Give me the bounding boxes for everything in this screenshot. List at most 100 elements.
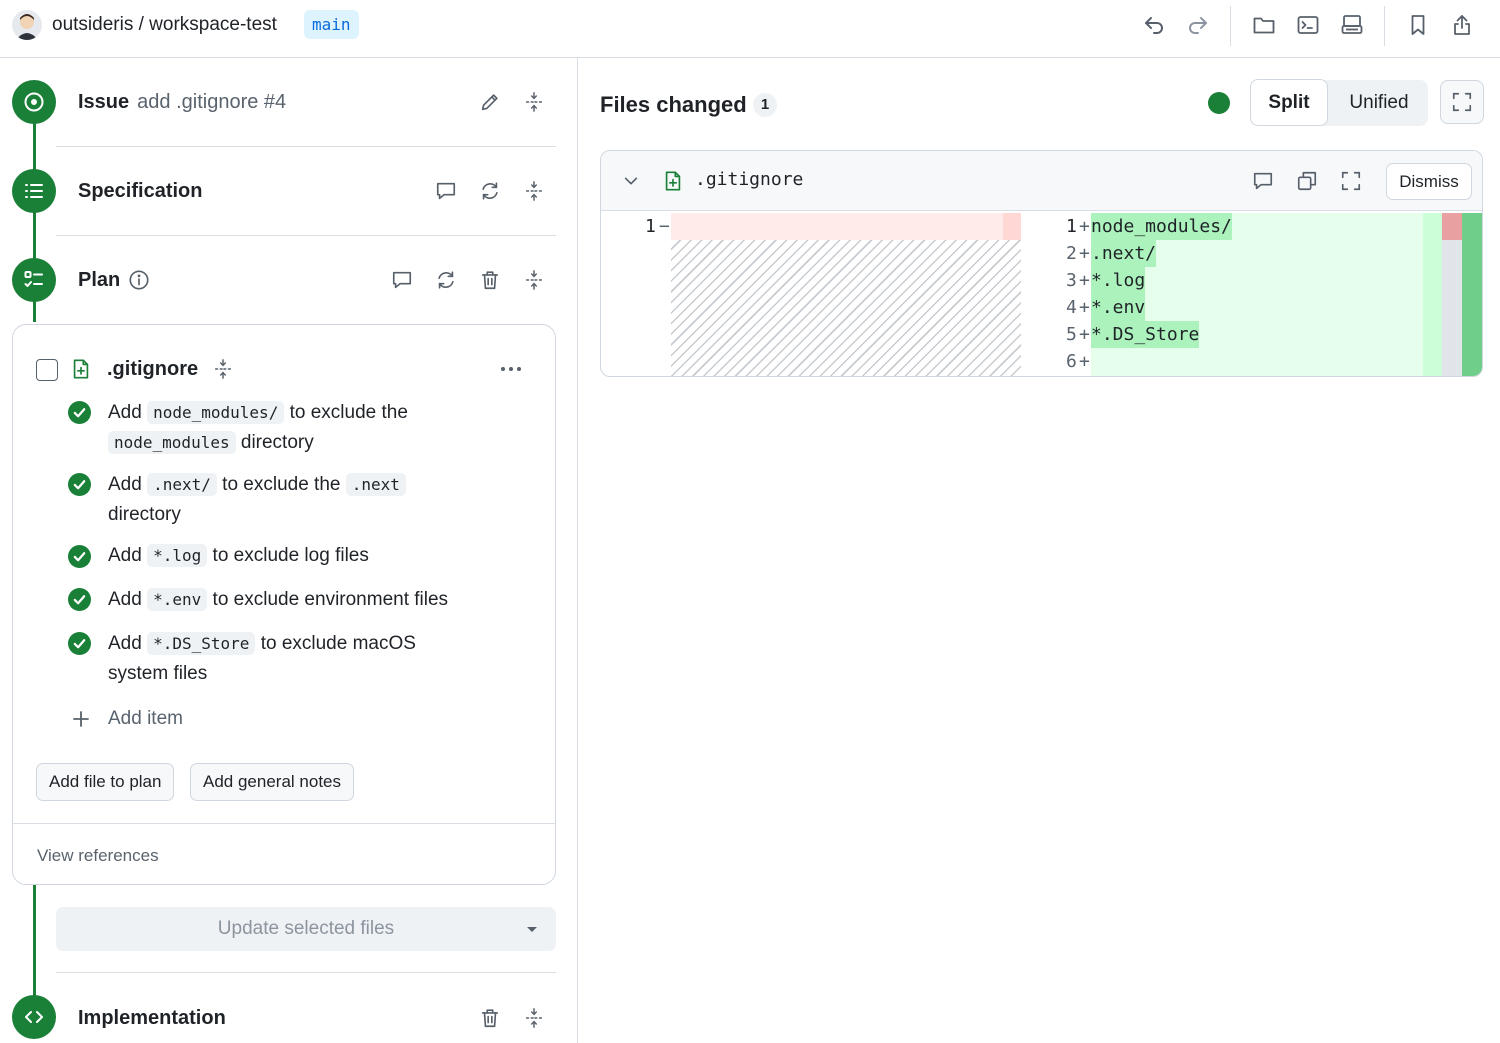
plan-item[interactable]: Add *.env to exclude environment files [108,585,508,615]
plan-item[interactable]: Add *.log to exclude log files [108,541,508,571]
plan-item[interactable]: Add .next/ to exclude the .next director… [108,470,508,530]
view-references-link[interactable]: View references [37,844,159,868]
card-divider [13,823,555,824]
comment-icon[interactable] [1249,167,1277,195]
add-file-to-plan-button[interactable]: Add file to plan [36,763,175,801]
item-code: *.log [147,544,208,567]
drag-handle-icon[interactable] [520,266,548,294]
scrollbar-removed-marker [1442,213,1462,240]
fullscreen-button[interactable] [1440,80,1484,124]
file-select-checkbox[interactable] [36,359,58,381]
drag-handle-icon[interactable] [520,88,548,116]
trash-icon[interactable] [476,266,504,294]
item-text: directory [235,432,314,453]
removed-line-marker [1003,213,1021,240]
chevron-down-icon[interactable] [617,167,645,195]
check-icon[interactable] [68,588,91,611]
implementation-step-icon [12,995,56,1039]
specification-step-title[interactable]: Specification [78,177,202,205]
plus-icon[interactable] [67,705,95,733]
avatar[interactable] [12,10,42,40]
item-code: node_modules [108,431,236,454]
trash-icon[interactable] [476,1004,504,1032]
toolbar-divider [1384,6,1385,46]
bookmark-icon[interactable] [1404,11,1432,39]
plan-file-name[interactable]: .gitignore [107,355,198,383]
drag-handle-icon[interactable] [520,1004,548,1032]
step-divider [56,235,556,236]
old-line-number: 1 [645,216,656,237]
refresh-icon[interactable] [432,266,460,294]
comment-icon[interactable] [432,177,460,205]
branch-badge[interactable]: main [304,10,359,39]
folder-icon[interactable] [1250,11,1278,39]
more-icon[interactable] [497,355,525,383]
undo-icon[interactable] [1140,11,1168,39]
issue-step-title[interactable]: Issue add .gitignore #4 [78,88,286,116]
old-line-sign: − [659,216,670,237]
split-view-button[interactable]: Split [1250,79,1328,126]
new-line-code: *.DS_Store [1091,321,1200,348]
redo-icon[interactable] [1184,11,1212,39]
item-text: Add [108,589,148,610]
item-code: *.env [147,588,208,611]
issue-label: Issue [78,91,130,113]
added-lines-gutter [1423,213,1442,376]
check-icon[interactable] [68,545,91,568]
fullscreen-icon[interactable] [1337,167,1365,195]
specification-step-icon [12,169,56,213]
item-text: to exclude the [284,402,408,423]
files-changed-count: 1 [753,93,777,117]
new-line-code: *.env [1091,294,1146,321]
issue-subtitle[interactable]: add .gitignore #4 [137,91,286,113]
update-button-label: Update selected files [217,918,395,939]
timeline-line [33,884,36,999]
new-line-sign: + [1079,216,1090,237]
check-icon[interactable] [68,473,91,496]
copy-icon[interactable] [1293,167,1321,195]
pencil-icon[interactable] [476,88,504,116]
terminal-icon[interactable] [1294,11,1322,39]
item-code: .next/ [147,473,217,496]
item-code: *.DS_Store [147,632,256,655]
update-selected-files-button[interactable]: Update selected files [56,907,556,951]
add-general-notes-button[interactable]: Add general notes [190,763,354,801]
new-line-sign: + [1079,351,1090,372]
toolbar-divider [1230,6,1231,46]
comment-icon[interactable] [388,266,416,294]
refresh-icon[interactable] [476,177,504,205]
item-code: node_modules/ [147,401,285,424]
info-icon[interactable] [125,266,153,294]
server-icon[interactable] [1338,11,1366,39]
new-line-sign: + [1079,324,1090,345]
check-icon[interactable] [68,632,91,655]
new-line-number: 6 [1066,351,1077,372]
chevron-down-icon [527,927,537,932]
item-text: to exclude log files [207,545,369,566]
plan-step-title[interactable]: Plan [78,266,120,294]
removed-line-bg [671,213,1021,240]
dismiss-button[interactable]: Dismiss [1386,163,1472,200]
plan-item[interactable]: Add *.DS_Store to exclude macOS system f… [108,629,438,689]
diff-file-name[interactable]: .gitignore [695,167,803,193]
item-text: Add [108,633,148,654]
diff-file-header: .gitignore Dismiss [601,151,1482,211]
repo-name[interactable]: outsideris / workspace-test [52,12,277,38]
add-item-button[interactable]: Add item [108,705,183,733]
empty-diff-area [671,240,1021,376]
plan-item[interactable]: Add node_modules/ to exclude the node_mo… [108,398,508,458]
workflow-panel: Issue add .gitignore #4 Specification Pla… [0,58,578,1043]
share-icon[interactable] [1448,11,1476,39]
item-text: to exclude the [216,474,346,495]
new-line-number: 5 [1066,324,1077,345]
new-line-sign: + [1079,297,1090,318]
status-indicator [1208,92,1230,114]
drag-handle-icon[interactable] [520,177,548,205]
unified-view-button[interactable]: Unified [1332,80,1426,126]
new-line-code: *.log [1091,267,1146,294]
check-icon[interactable] [68,401,91,424]
collapse-icon[interactable] [209,355,237,383]
new-line-number: 1 [1066,216,1077,237]
new-line-sign: + [1079,243,1090,264]
implementation-step-title[interactable]: Implementation [78,1004,226,1032]
